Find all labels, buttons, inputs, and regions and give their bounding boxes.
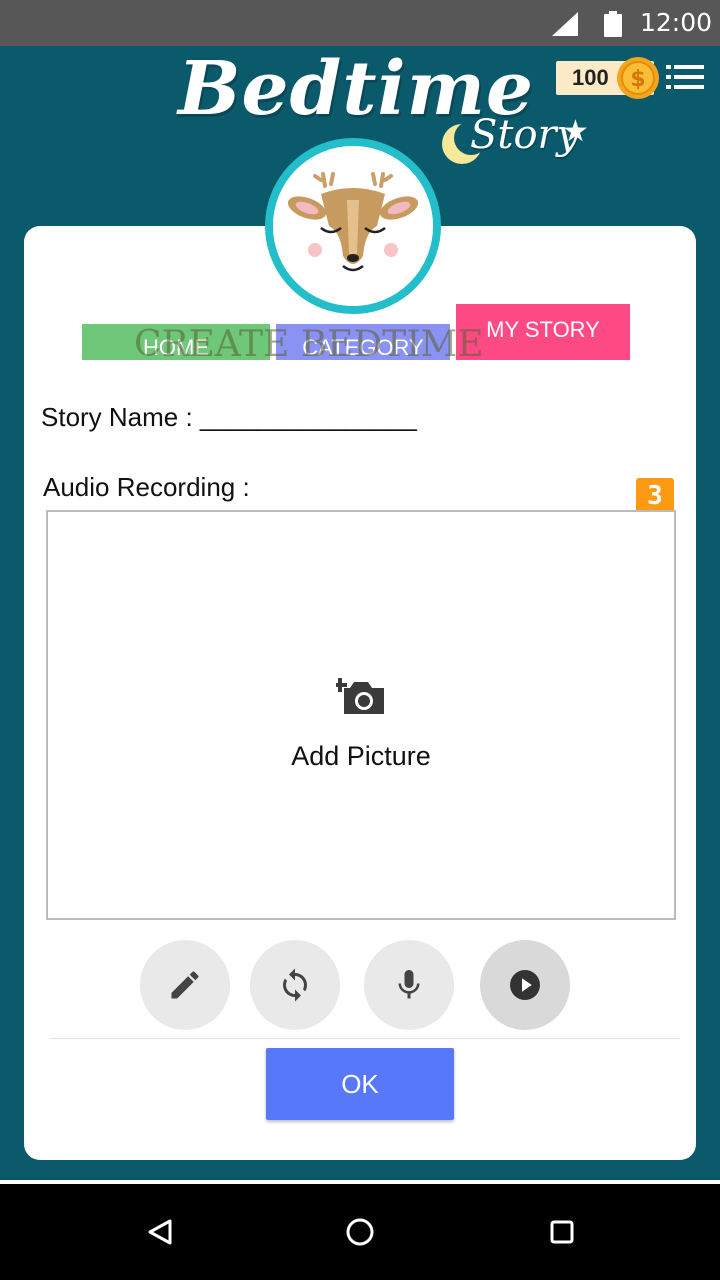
sync-icon bbox=[283, 968, 307, 1002]
add-picture-label: Add Picture bbox=[291, 741, 431, 771]
count-badge: 3 bbox=[636, 478, 674, 514]
status-bar: 12:00 bbox=[0, 0, 720, 46]
battery-icon bbox=[604, 11, 622, 37]
home-circle-icon[interactable] bbox=[346, 1218, 374, 1246]
ok-button[interactable]: OK bbox=[266, 1048, 454, 1120]
tab-category[interactable]: CATEGORY bbox=[276, 324, 450, 360]
story-name-label[interactable]: Story Name : _______________ bbox=[41, 402, 417, 433]
play-button[interactable] bbox=[480, 940, 570, 1030]
coin-icon: $ bbox=[617, 57, 659, 99]
system-nav-bar bbox=[0, 1180, 720, 1280]
audio-recording-label: Audio Recording : bbox=[43, 472, 250, 502]
star-icon: ★ bbox=[562, 115, 589, 148]
recent-apps-icon[interactable] bbox=[550, 1220, 574, 1244]
coin-count: 100 bbox=[572, 65, 609, 90]
app-logo-title: Bedtime bbox=[178, 46, 535, 132]
tab-my-story[interactable]: MY STORY bbox=[456, 304, 630, 360]
add-photo-icon[interactable] bbox=[336, 672, 386, 716]
divider bbox=[50, 1038, 680, 1039]
back-icon[interactable] bbox=[146, 1218, 174, 1246]
mic-icon bbox=[398, 970, 420, 999]
sync-button[interactable] bbox=[250, 940, 340, 1030]
play-icon bbox=[510, 970, 540, 1000]
pencil-icon bbox=[171, 971, 199, 999]
deer-avatar bbox=[265, 138, 441, 314]
edit-button[interactable] bbox=[140, 940, 230, 1030]
svg-text:$: $ bbox=[630, 67, 645, 92]
menu-icon[interactable] bbox=[666, 64, 704, 90]
record-button[interactable] bbox=[364, 940, 454, 1030]
signal-icon bbox=[552, 12, 578, 36]
tab-home[interactable]: HOME bbox=[82, 324, 270, 360]
status-time: 12:00 bbox=[640, 8, 713, 37]
